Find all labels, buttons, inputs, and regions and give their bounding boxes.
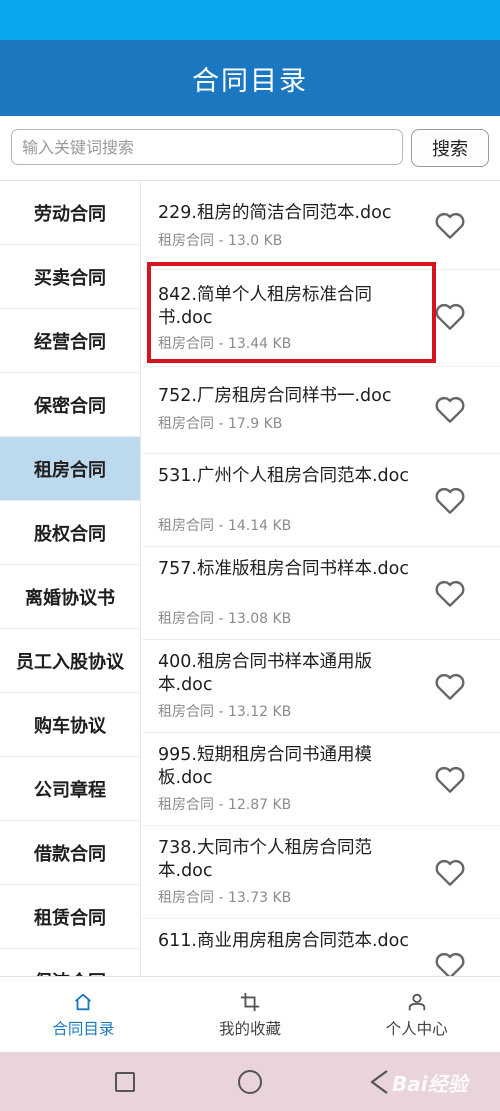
home-icon [75,993,92,1010]
tab-label: 个人中心 [385,1019,448,1038]
heart-icon[interactable] [434,671,466,701]
crop-icon [240,992,260,1011]
page-title: 合同目录 [192,65,308,97]
tab-my-favorites[interactable]: 我的收藏 [167,977,334,1052]
sidebar-item-cleaning[interactable]: 保洁合同 [0,949,140,977]
person-icon [408,993,425,1010]
heart-icon[interactable] [434,857,466,887]
recents-button[interactable] [115,1072,135,1092]
tab-contract-catalog[interactable]: 合同目录 [0,977,167,1052]
heart-icon[interactable] [434,950,466,976]
heart-icon[interactable] [434,394,466,424]
list-item-meta: 租房合同 - 13.12 KB [158,704,292,720]
bottom-tab-bar: 合同目录 我的收藏 个人中心 [0,976,500,1052]
watermark: Bai经验 [392,1072,468,1096]
tab-label: 合同目录 [52,1019,115,1038]
list-item[interactable]: 842.简单个人租房标准合同书.doc 租房合同 - 13.44 KB [142,270,500,367]
back-icon[interactable] [368,1068,390,1096]
heart-icon[interactable] [434,210,466,240]
heart-icon[interactable] [434,578,466,608]
sidebar-item-rental[interactable]: 租房合同 [0,437,140,501]
list-item-meta: 租房合同 - 14.14 KB [158,518,292,534]
sidebar-item-labor[interactable]: 劳动合同 [0,181,140,245]
list-item-meta: 租房合同 - 13.08 KB [158,611,292,627]
sidebar-item-employee-shares[interactable]: 员工入股协议 [0,629,140,693]
list-item[interactable]: 752.厂房租房合同样书一.doc 租房合同 - 17.9 KB [142,367,500,454]
list-item-title: 611.商业用房租房合同范本.doc [158,931,409,951]
status-bar [0,0,500,40]
search-input[interactable] [11,129,403,165]
sidebar-item-car-purchase[interactable]: 购车协议 [0,693,140,757]
list-item-meta: 租房合同 - 12.87 KB [158,797,292,813]
list-item[interactable]: 738.大同市个人租房合同范本.doc 租房合同 - 13.73 KB [142,826,500,919]
sidebar-item-articles[interactable]: 公司章程 [0,757,140,821]
sidebar-item-business[interactable]: 经营合同 [0,309,140,373]
heart-icon[interactable] [434,301,466,331]
list-item-title: 842.简单个人租房标准合同书.doc [158,285,372,328]
list-item-title: 531.广州个人租房合同范本.doc [158,466,409,486]
search-bar: 搜索 [0,116,500,180]
list-item-title: 400.租房合同书样本通用版本.doc [158,652,372,695]
tab-label: 我的收藏 [219,1019,282,1038]
category-sidebar: 劳动合同 买卖合同 经营合同 保密合同 租房合同 股权合同 离婚协议书 员工入股… [0,181,141,976]
list-item-meta: 租房合同 - 13.0 KB [158,233,283,249]
app-header: 合同目录 [0,40,500,116]
sidebar-item-divorce[interactable]: 离婚协议书 [0,565,140,629]
list-item-title: 229.租房的简洁合同范本.doc [158,203,392,223]
list-item-title: 752.厂房租房合同样书一.doc [158,386,392,406]
sidebar-item-lease[interactable]: 租赁合同 [0,885,140,949]
heart-icon[interactable] [434,485,466,515]
list-item-meta: 租房合同 - 17.9 KB [158,416,283,432]
contract-list: 229.租房的简洁合同范本.doc 租房合同 - 13.0 KB 842.简单个… [142,181,500,976]
list-item-meta: 租房合同 - 13.73 KB [158,890,292,906]
list-item[interactable]: 611.商业用房租房合同范本.doc [142,919,500,976]
sidebar-item-equity[interactable]: 股权合同 [0,501,140,565]
sidebar-item-sales[interactable]: 买卖合同 [0,245,140,309]
list-item[interactable]: 229.租房的简洁合同范本.doc 租房合同 - 13.0 KB [142,181,500,270]
home-button[interactable] [238,1070,262,1094]
list-item[interactable]: 995.短期租房合同书通用模板.doc 租房合同 - 12.87 KB [142,733,500,826]
system-navigation-bar: Bai经验 [0,1052,500,1111]
list-item-meta: 租房合同 - 13.44 KB [158,336,292,352]
list-item-title: 738.大同市个人租房合同范本.doc [158,838,372,881]
list-item-title: 757.标准版租房合同书样本.doc [158,559,409,579]
sidebar-item-loan[interactable]: 借款合同 [0,821,140,885]
list-item[interactable]: 531.广州个人租房合同范本.doc 租房合同 - 14.14 KB [142,454,500,547]
tab-personal-center[interactable]: 个人中心 [333,977,500,1052]
list-item-title: 995.短期租房合同书通用模板.doc [158,745,372,788]
sidebar-item-confidential[interactable]: 保密合同 [0,373,140,437]
list-item[interactable]: 400.租房合同书样本通用版本.doc 租房合同 - 13.12 KB [142,640,500,733]
list-item[interactable]: 757.标准版租房合同书样本.doc 租房合同 - 13.08 KB [142,547,500,640]
search-button[interactable]: 搜索 [411,129,489,167]
heart-icon[interactable] [434,764,466,794]
